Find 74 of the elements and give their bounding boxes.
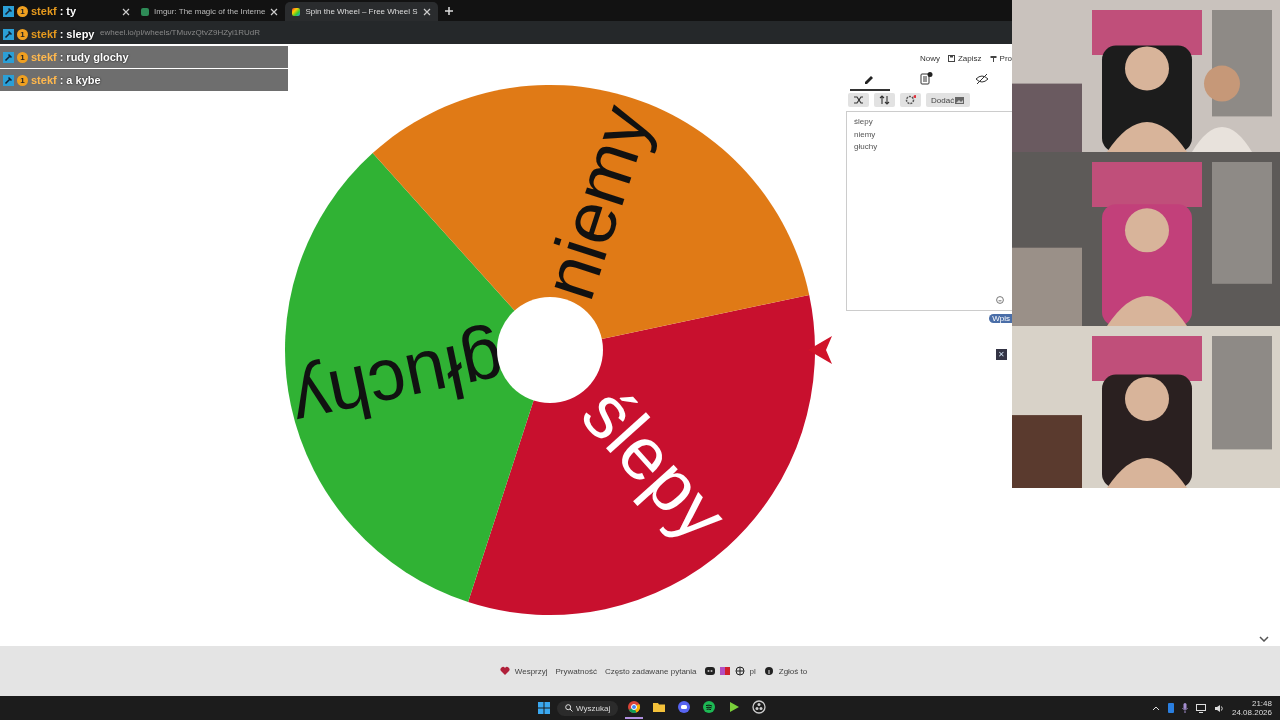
close-icon[interactable] (270, 7, 279, 16)
entries-badge: Wpis (989, 314, 1012, 323)
search-field[interactable]: Wyszukaj (557, 700, 619, 716)
gear-icon (905, 95, 916, 105)
chevron-icon[interactable] (1259, 636, 1269, 642)
close-icon[interactable] (122, 7, 130, 16)
globe-icon[interactable] (734, 666, 745, 676)
sort-button[interactable] (874, 93, 895, 107)
browser-icon (627, 700, 642, 714)
settings-button[interactable] (900, 93, 921, 107)
chat-username: stekf (31, 74, 57, 86)
close-icon[interactable] (422, 7, 431, 16)
chat-message: rudy glochy (66, 51, 129, 63)
wrench-icon (3, 51, 14, 63)
chat-separator: : (59, 5, 64, 17)
entries-textarea[interactable]: ślepy niemy głuchy (846, 111, 1012, 311)
chat-badge: 1 (17, 28, 28, 40)
footer-link[interactable]: Zgłoś to (778, 666, 808, 676)
footer-link[interactable]: pl (749, 666, 756, 676)
chat-message: a kybe (66, 74, 101, 86)
chat-badge: 1 (17, 74, 28, 86)
eye-slash-icon (975, 71, 989, 86)
image-button[interactable]: Dodać (926, 93, 971, 107)
heart-icon[interactable] (499, 666, 510, 676)
chat-message: ty (66, 5, 77, 17)
chat-app-icon (677, 700, 692, 714)
chat-username: stekf (31, 28, 57, 40)
sort-icon (879, 95, 890, 105)
music-icon (702, 700, 717, 714)
speaker-icon[interactable] (1213, 703, 1224, 713)
footer-link[interactable]: Często zadawane pytania (604, 666, 697, 676)
search-icon (565, 704, 573, 712)
emoji-icon[interactable] (996, 296, 1004, 304)
footer-link[interactable]: Prywatność (555, 666, 597, 676)
chat-username: stekf (31, 51, 57, 63)
wheel-label: niemy (526, 95, 667, 309)
chat-badge: 1 (17, 51, 28, 63)
wrench-icon (3, 28, 14, 40)
chat-separator: : (59, 28, 64, 40)
chat-badge: 1 (17, 5, 28, 17)
start-icon[interactable] (538, 702, 550, 714)
new-tab-icon[interactable] (443, 5, 454, 16)
gamepad-icon[interactable] (704, 666, 715, 676)
pointer-icon (808, 336, 832, 364)
info-icon[interactable] (763, 666, 774, 676)
wrench-icon (3, 74, 14, 86)
entry-line: ślepy (854, 116, 874, 128)
microphone-icon[interactable] (1181, 703, 1188, 713)
chevron-up-icon[interactable] (1151, 705, 1160, 711)
clipboard-icon (919, 71, 933, 86)
toolbar-link[interactable]: Zapisz (958, 53, 982, 63)
chat-message: slepy (66, 28, 95, 40)
entry-line: głuchy (854, 141, 879, 153)
image-icon (954, 95, 966, 105)
floppy-icon (948, 54, 955, 62)
entry-line: niemy (854, 128, 877, 141)
address-bar[interactable]: ewheel.io/pl/wheels/TMuvzQtvZ9HZyi1RUdR (100, 28, 261, 37)
chat-username: stekf (31, 5, 57, 17)
shuffle-icon (853, 95, 864, 105)
chat-separator: : (59, 51, 64, 63)
toolbar-link[interactable]: Nowy (919, 53, 940, 63)
chat-separator: : (59, 74, 64, 86)
folder-icon (652, 700, 667, 714)
network-icon[interactable] (1195, 703, 1206, 713)
clock[interactable]: 21:48 24.08.2026 (1231, 699, 1272, 717)
browser-tab[interactable]: Imgur: The magic of the Interne (134, 2, 286, 21)
wheel-label: głuchy (285, 320, 512, 447)
close-button[interactable]: ✕ (996, 349, 1007, 360)
footer-link[interactable]: Wesprzyj (514, 666, 548, 676)
record-icon (752, 700, 767, 714)
toolbar-link[interactable]: Pro (999, 53, 1012, 63)
shuffle-button[interactable] (848, 93, 869, 107)
wrench-icon (3, 5, 14, 17)
browser-tab[interactable]: Spin the Wheel – Free Wheel S (285, 2, 438, 21)
